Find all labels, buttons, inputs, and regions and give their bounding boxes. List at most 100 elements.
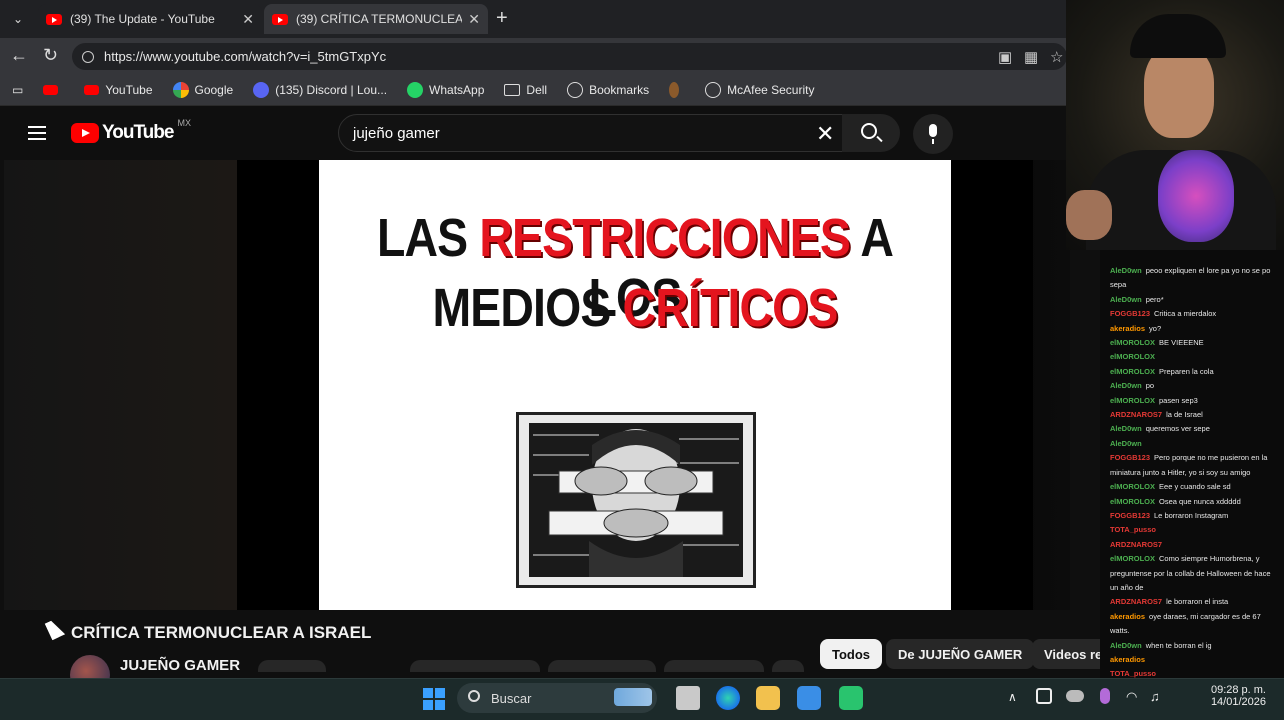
youtube-icon (84, 84, 100, 95)
file-explorer-icon[interactable] (756, 686, 780, 710)
chat-text: le borraron el insta (1166, 597, 1229, 607)
chat-username: elMOROLOX (1110, 352, 1156, 362)
bookmark-dell[interactable]: Dell (504, 83, 547, 97)
microsoft-store-icon[interactable] (797, 686, 821, 710)
bookmarks-bar: ▭ YouTube Google (135) Discord | Lou... … (0, 74, 1070, 106)
site-info-icon[interactable] (82, 50, 94, 63)
streamer-hand (1066, 190, 1112, 240)
more-actions-button[interactable] (772, 660, 804, 672)
bookmark-label: McAfee Security (727, 82, 815, 97)
chat-text: queremos ver sepe (1145, 424, 1210, 434)
voice-search-button[interactable] (913, 114, 953, 154)
bookmark-google[interactable]: Google (172, 81, 233, 98)
channel-name[interactable]: JUJEÑO GAMER (120, 657, 240, 674)
chat-message: akeradios oye daraes, mi cargador es de 6… (1110, 610, 1280, 639)
chat-username: AleD0wn (1110, 438, 1142, 448)
chat-message: AleD0wn po (1110, 379, 1280, 393)
bookmark-youtube[interactable]: YouTube (84, 82, 153, 97)
search-button[interactable] (842, 114, 900, 152)
bookmark-youtube-icon-only[interactable] (43, 84, 64, 95)
clock-time: 09:28 p. m. (1210, 684, 1266, 696)
volume-icon[interactable]: ♫ (1150, 689, 1160, 704)
share-button[interactable] (548, 660, 656, 672)
search-query: jujeño gamer (353, 124, 440, 142)
tray-chevron-icon[interactable]: ∧ (1008, 690, 1017, 704)
bookmark-whatsapp[interactable]: WhatsApp (407, 81, 484, 98)
chat-username: akeradios (1110, 323, 1146, 333)
chat-message: akeradios yo? (1110, 322, 1280, 336)
address-bar[interactable]: https://www.youtube.com/watch?v=i_5tmGTx… (72, 43, 1067, 70)
chat-text: Osea que nunca xddddd (1159, 496, 1241, 506)
like-dislike-button[interactable] (410, 660, 540, 672)
back-arrow-icon[interactable]: ← (10, 45, 28, 66)
chat-username: elMOROLOX (1110, 395, 1156, 405)
chat-message: AleD0wn (1110, 437, 1280, 451)
download-button[interactable] (664, 660, 764, 672)
chip-todos[interactable]: Todos (820, 639, 883, 669)
country-code: MX (177, 118, 191, 128)
chat-text: BE VIEEENE (1159, 338, 1204, 348)
new-tab-icon[interactable]: + (496, 7, 508, 30)
bookmark-mcafee[interactable]: McAfee Security (705, 81, 815, 98)
search-icon (468, 690, 480, 702)
tab-title: (39) The Update - YouTube (70, 12, 215, 26)
clock[interactable]: 09:28 p. m. 14/01/2026 (1190, 684, 1266, 708)
task-view-icon[interactable] (676, 686, 700, 710)
chat-text: po (1145, 381, 1155, 391)
chat-username: ARDZNAROS7 (1110, 597, 1163, 607)
chat-username: FOGGB123 (1110, 510, 1151, 520)
whatsapp-icon (407, 81, 424, 98)
onedrive-icon[interactable] (1066, 690, 1084, 702)
tab-critica[interactable]: (39) CRÍTICA TERMONUCLEAR A I ✕ (264, 4, 488, 34)
menu-icon[interactable] (28, 126, 46, 144)
wifi-icon[interactable]: ◠ (1126, 689, 1137, 705)
chat-message: elMOROLOX (1110, 350, 1280, 364)
chat-username: FOGGB123 (1110, 309, 1151, 319)
windows-start-icon[interactable] (423, 688, 445, 710)
chat-message: ARDZNAROS7 (1110, 538, 1280, 552)
subscribe-button[interactable] (258, 660, 326, 672)
apps-icon[interactable]: ▦ (1024, 48, 1042, 66)
google-icon (172, 81, 189, 98)
chat-username: AleD0wn (1110, 640, 1142, 650)
chat-text: yo? (1149, 323, 1162, 333)
streaming-app-icon[interactable] (839, 686, 863, 710)
chat-username: AleD0wn (1110, 381, 1142, 391)
youtube-favicon-icon (46, 13, 62, 25)
bookmark-label: YouTube (105, 82, 153, 97)
bookmark-discord[interactable]: (135) Discord | Lou... (253, 81, 388, 98)
reload-icon[interactable]: ↻ (43, 45, 58, 66)
immersive-reader-icon[interactable]: ▣ (998, 48, 1016, 66)
slide-text-red: RESTRICCIONES (479, 208, 851, 268)
chat-username: elMOROLOX (1110, 496, 1156, 506)
url-text: https://www.youtube.com/watch?v=i_5tmGTx… (104, 49, 387, 64)
chat-message: elMOROLOX Preparen la cola (1110, 365, 1280, 379)
chat-text: Le borraron Instagram (1154, 510, 1229, 520)
close-tab-icon[interactable]: ✕ (242, 11, 254, 28)
chat-text: Critica a mierdalox (1154, 309, 1217, 319)
chat-username: AleD0wn (1110, 266, 1142, 275)
chip-channel[interactable]: De JUJEÑO GAMER (886, 639, 1035, 669)
tray-app-icon[interactable] (1036, 688, 1052, 704)
youtube-logo[interactable]: YouTube MX (71, 118, 191, 144)
microphone-icon (929, 124, 937, 144)
tab-the-update[interactable]: (39) The Update - YouTube ✕ (38, 4, 262, 34)
brain-plush (1158, 150, 1234, 242)
tab-list-chevron-icon[interactable]: ⌄ (6, 8, 30, 30)
chat-username: elMOROLOX (1110, 366, 1156, 376)
bookmark-bookmarks[interactable]: Bookmarks (567, 81, 649, 98)
youtube-play-icon (71, 123, 99, 143)
live-chat-overlay: AleD0wn peoo expliquen el lore pa yo no s… (1100, 250, 1284, 680)
search-input[interactable]: jujeño gamer (338, 114, 846, 152)
tab-title: (39) CRÍTICA TERMONUCLEAR A I (296, 12, 463, 26)
microphone-tray-icon[interactable] (1100, 688, 1110, 704)
edge-browser-icon[interactable] (716, 686, 740, 710)
bookmark-extension[interactable] (669, 81, 685, 98)
bookmark-label: (135) Discord | Lou... (275, 82, 388, 97)
chat-username: akeradios (1110, 611, 1146, 621)
close-tab-icon[interactable]: ✕ (468, 11, 480, 28)
streamer-cap (1130, 14, 1226, 58)
collections-icon[interactable]: ▭ (12, 83, 23, 97)
clock-date: 14/01/2026 (1210, 696, 1266, 708)
clear-search-icon[interactable]: ✕ (816, 121, 834, 147)
